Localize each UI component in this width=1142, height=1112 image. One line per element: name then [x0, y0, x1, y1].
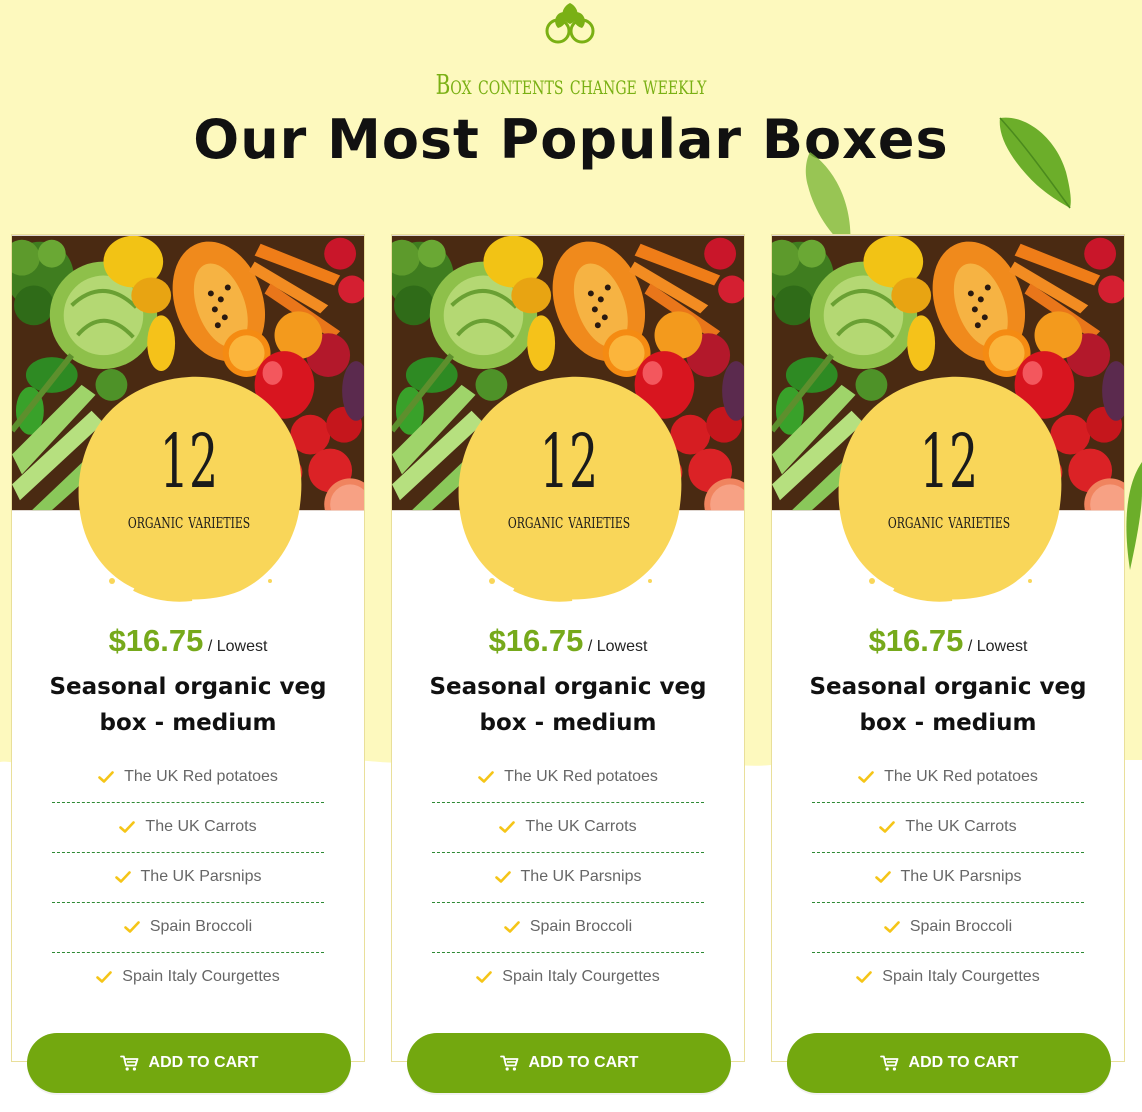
feature-text: Spain Italy Courgettes: [882, 968, 1040, 985]
section-subtitle: Box contents change weekly: [435, 70, 707, 101]
badge-label: organic varieties: [507, 509, 631, 534]
price-suffix: / Lowest: [587, 638, 648, 655]
feature-text: Spain Italy Courgettes: [122, 968, 280, 985]
price-suffix: / Lowest: [967, 638, 1028, 655]
check-icon: [504, 921, 520, 933]
price-row: $16.75 / Lowest: [12, 623, 364, 659]
feature-text: Spain Italy Courgettes: [502, 968, 660, 985]
price-row: $16.75 / Lowest: [392, 623, 744, 659]
check-icon: [884, 921, 900, 933]
price-row: $16.75 / Lowest: [772, 623, 1124, 659]
price: $16.75: [868, 623, 964, 658]
add-to-cart-label: ADD TO CART: [528, 1054, 639, 1071]
feature-text: The UK Parsnips: [900, 867, 1022, 885]
check-icon: [499, 821, 515, 833]
feature-list: The UK Red potatoes The UK Carrots The U…: [812, 753, 1084, 1003]
price-suffix: / Lowest: [207, 638, 268, 655]
product-card: 12 organic varieties $16.75 / Lowest Sea…: [11, 234, 365, 1093]
product-name[interactable]: Seasonal organic veg box - medium: [42, 669, 334, 741]
feature-item: The UK Red potatoes: [812, 753, 1084, 803]
price: $16.75: [108, 623, 204, 658]
feature-item: The UK Parsnips: [812, 853, 1084, 903]
feature-item: Spain Italy Courgettes: [812, 953, 1084, 1003]
leaf-decoration-icon: [999, 117, 1071, 209]
check-icon: [119, 821, 135, 833]
badge-label: organic varieties: [887, 509, 1011, 534]
check-icon: [476, 971, 492, 983]
feature-text: The UK Red potatoes: [124, 767, 278, 785]
feature-text: The UK Carrots: [525, 817, 637, 835]
section-title: Our Most Popular Boxes: [193, 108, 949, 171]
product-name[interactable]: Seasonal organic veg box - medium: [422, 669, 714, 741]
check-icon: [124, 921, 140, 933]
feature-text: The UK Parsnips: [140, 867, 262, 885]
leaf-logo-icon: [545, 3, 595, 44]
feature-item: The UK Red potatoes: [52, 753, 324, 803]
price: $16.75: [488, 623, 584, 658]
badge-number: 12: [919, 419, 979, 505]
add-to-cart-button[interactable]: ADD TO CART: [27, 1033, 351, 1093]
add-to-cart-label: ADD TO CART: [148, 1054, 259, 1071]
badge-number: 12: [159, 419, 219, 505]
product-card: 12 organic varieties $16.75 / Lowest Sea…: [771, 234, 1125, 1093]
feature-text: The UK Red potatoes: [504, 767, 658, 785]
feature-text: The UK Red potatoes: [884, 767, 1038, 785]
cart-icon: [500, 1055, 519, 1071]
cart-icon: [880, 1055, 899, 1071]
feature-text: Spain Broccoli: [149, 917, 253, 935]
feature-item: The UK Carrots: [812, 803, 1084, 853]
feature-item: The UK Carrots: [432, 803, 704, 853]
varieties-badge: 12 organic varieties: [74, 371, 304, 603]
product-name[interactable]: Seasonal organic veg box - medium: [802, 669, 1094, 741]
add-to-cart-label: ADD TO CART: [908, 1054, 1019, 1071]
feature-item: Spain Italy Courgettes: [432, 953, 704, 1003]
check-icon: [478, 771, 494, 783]
feature-list: The UK Red potatoes The UK Carrots The U…: [432, 753, 704, 1003]
badge-number: 12: [539, 419, 599, 505]
check-icon: [115, 871, 131, 883]
check-icon: [856, 971, 872, 983]
add-to-cart-button[interactable]: ADD TO CART: [787, 1033, 1111, 1093]
feature-text: Spain Broccoli: [529, 917, 633, 935]
feature-item: Spain Broccoli: [812, 903, 1084, 953]
check-icon: [98, 771, 114, 783]
feature-item: The UK Parsnips: [52, 853, 324, 903]
add-to-cart-button[interactable]: ADD TO CART: [407, 1033, 731, 1093]
feature-text: The UK Parsnips: [520, 867, 642, 885]
feature-text: The UK Carrots: [905, 817, 1017, 835]
check-icon: [858, 771, 874, 783]
feature-item: Spain Broccoli: [52, 903, 324, 953]
feature-item: Spain Broccoli: [432, 903, 704, 953]
feature-item: The UK Red potatoes: [432, 753, 704, 803]
feature-item: The UK Carrots: [52, 803, 324, 853]
check-icon: [495, 871, 511, 883]
feature-text: The UK Carrots: [145, 817, 257, 835]
product-card: 12 organic varieties $16.75 / Lowest Sea…: [391, 234, 745, 1093]
check-icon: [875, 871, 891, 883]
cart-icon: [120, 1055, 139, 1071]
feature-item: Spain Italy Courgettes: [52, 953, 324, 1003]
check-icon: [96, 971, 112, 983]
leaf-decoration-icon: [1126, 462, 1142, 570]
varieties-badge: 12 organic varieties: [454, 371, 684, 603]
badge-label: organic varieties: [127, 509, 251, 534]
feature-list: The UK Red potatoes The UK Carrots The U…: [52, 753, 324, 1003]
check-icon: [879, 821, 895, 833]
varieties-badge: 12 organic varieties: [834, 371, 1064, 603]
feature-text: Spain Broccoli: [909, 917, 1013, 935]
feature-item: The UK Parsnips: [432, 853, 704, 903]
